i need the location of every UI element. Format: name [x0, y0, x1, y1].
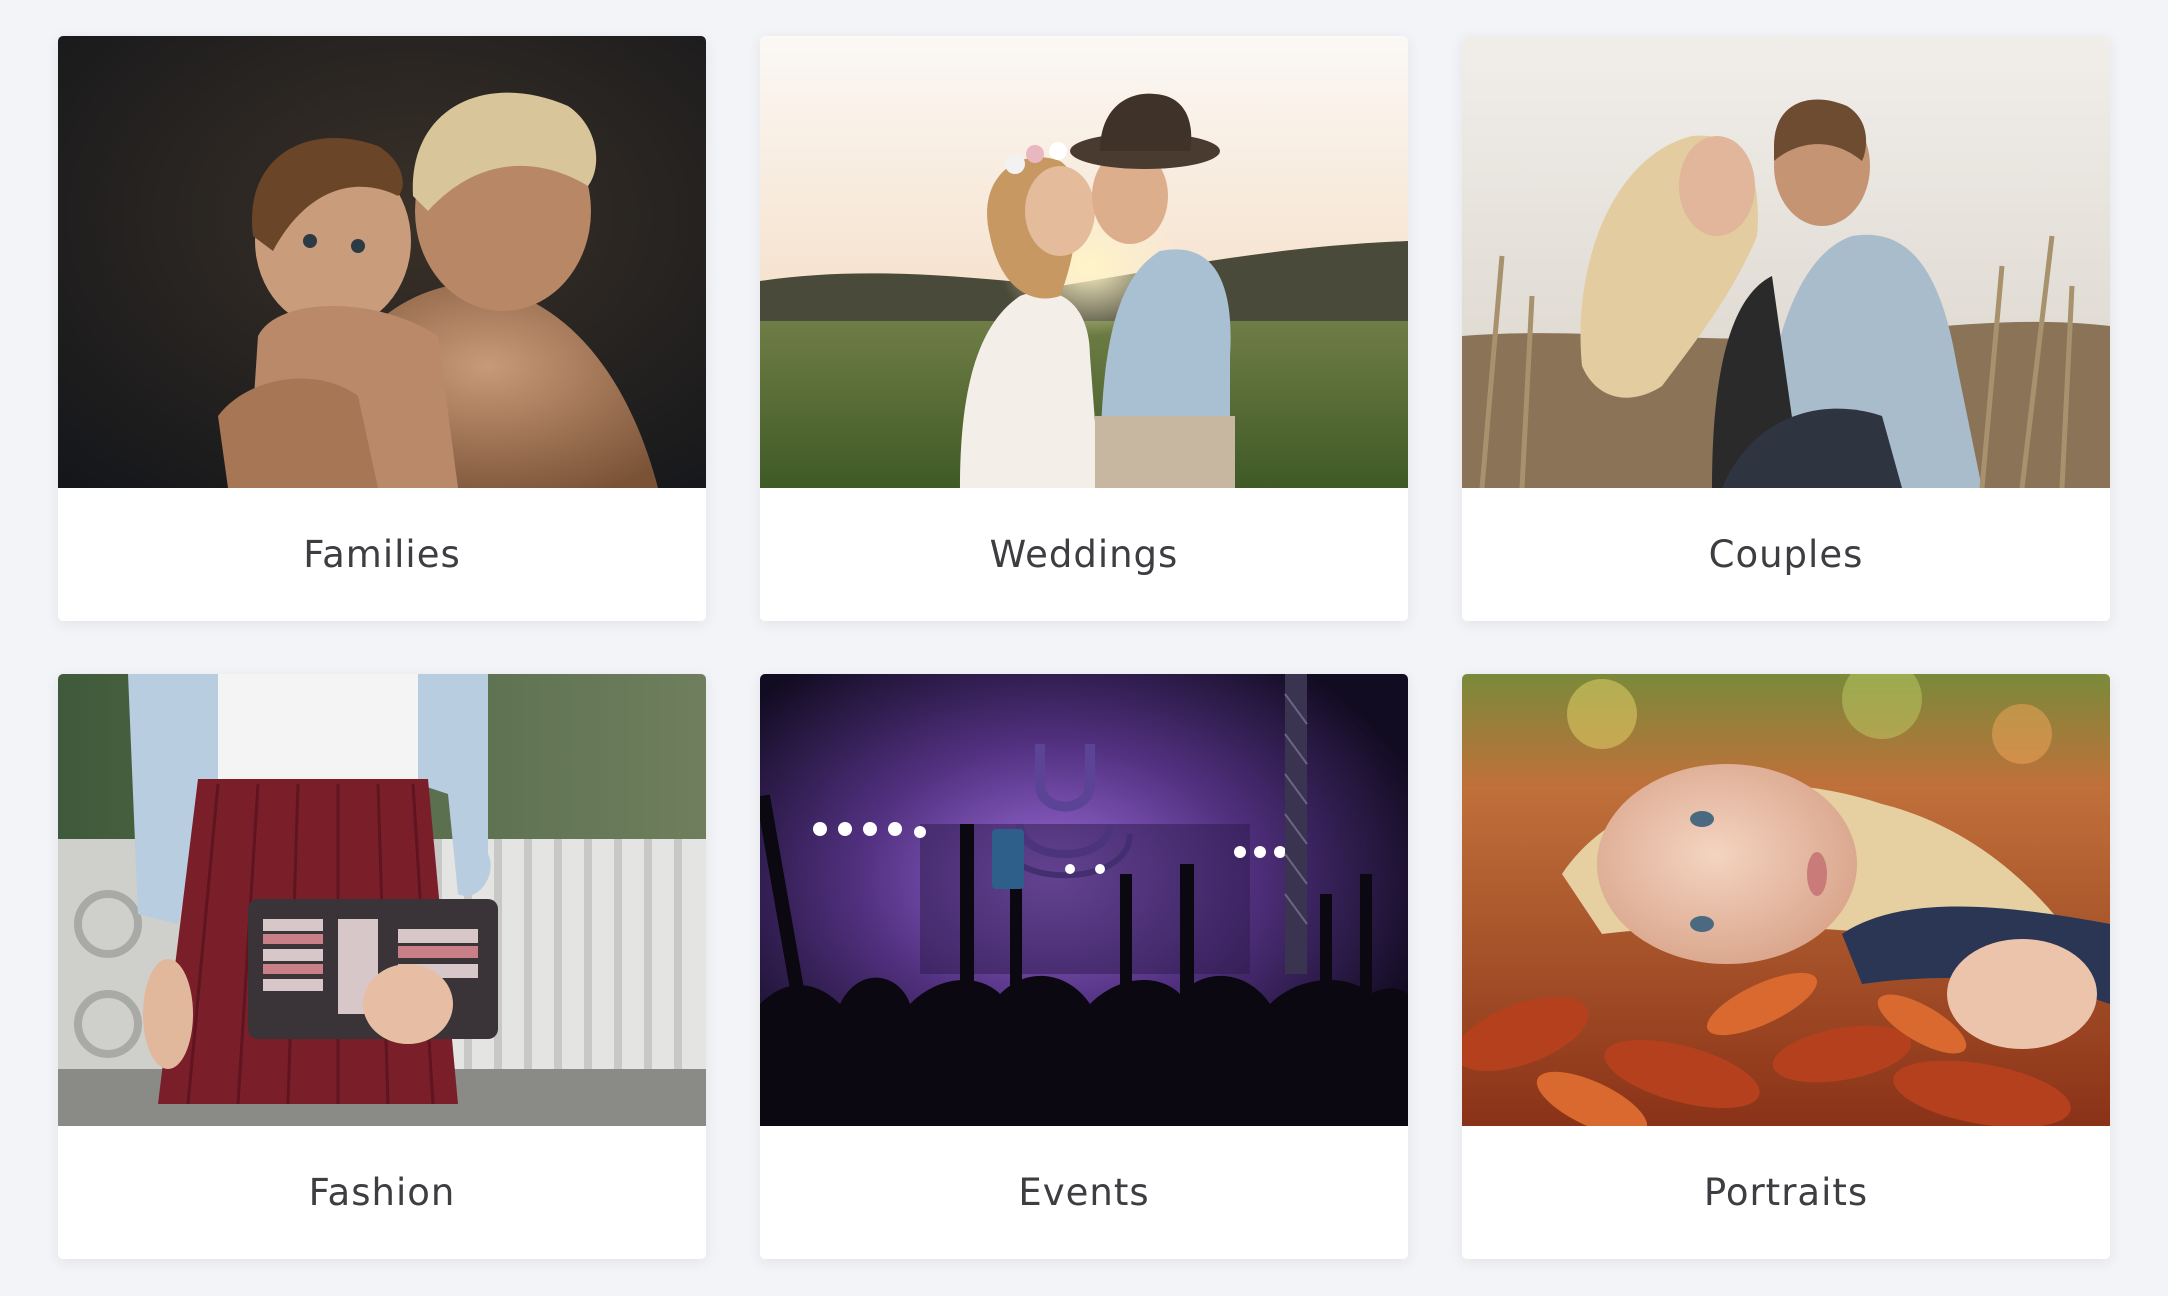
- category-card-couples[interactable]: Couples: [1462, 36, 2110, 621]
- families-photo: [58, 36, 706, 488]
- category-card-portraits[interactable]: Portraits: [1462, 674, 2110, 1259]
- category-label: Portraits: [1703, 1171, 1869, 1214]
- category-label: Families: [303, 533, 461, 576]
- fashion-photo: [58, 674, 706, 1126]
- category-label: Weddings: [989, 533, 1179, 576]
- category-label: Fashion: [308, 1171, 456, 1214]
- couples-photo: [1462, 36, 2110, 488]
- portraits-photo: [1462, 674, 2110, 1126]
- category-card-fashion[interactable]: Fashion: [58, 674, 706, 1259]
- category-card-weddings[interactable]: Weddings: [760, 36, 1408, 621]
- category-label: Couples: [1708, 533, 1864, 576]
- category-card-families[interactable]: Families: [58, 36, 706, 621]
- weddings-photo: [760, 36, 1408, 488]
- category-grid: Families Weddings Couples Fashion Events…: [0, 0, 2168, 1296]
- category-label: Events: [1018, 1171, 1150, 1214]
- category-card-events[interactable]: Events: [760, 674, 1408, 1259]
- events-photo: [760, 674, 1408, 1126]
